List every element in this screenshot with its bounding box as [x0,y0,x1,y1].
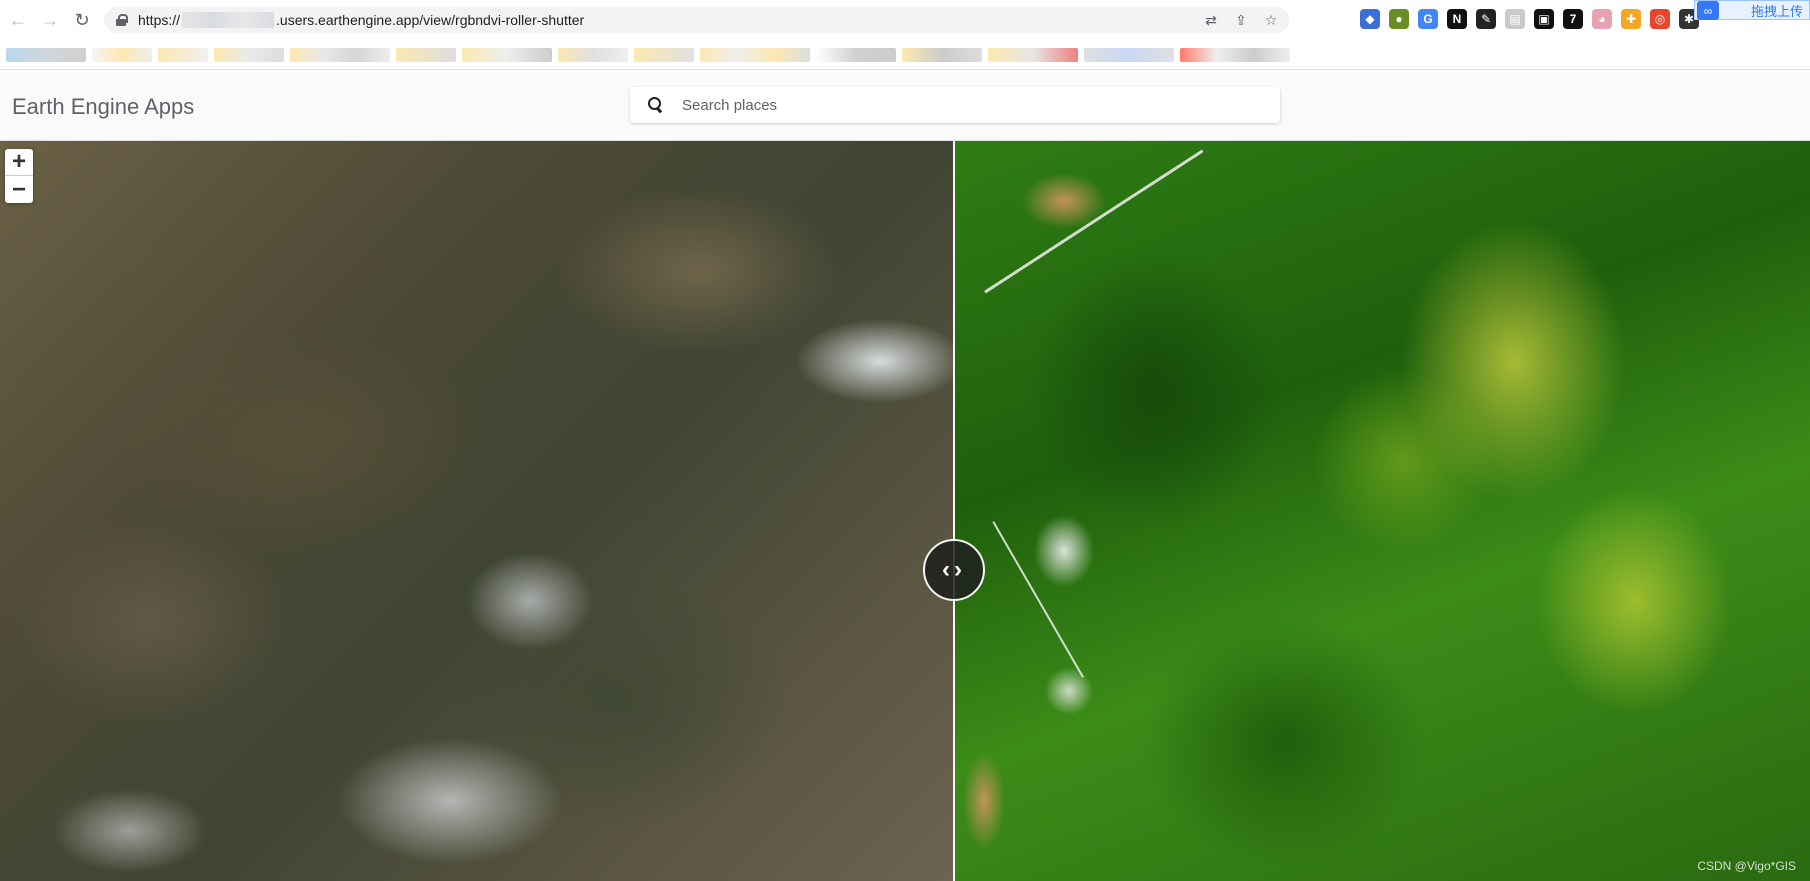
extensions-bar: ◆ ● G N ✎ ▤ ▣ 7 ◕ ✚ ◎ ✱ [1360,9,1699,29]
bookmark-item[interactable] [816,47,896,62]
river-feature [992,521,1084,678]
url-text: https:// .users.earthengine.app/view/rgb… [138,12,584,28]
extension-icon[interactable]: ◕ [1592,9,1612,29]
redacted-username [182,12,275,28]
extension-icon[interactable]: ◆ [1360,9,1380,29]
bookmark-item[interactable] [462,47,552,62]
extension-icon[interactable]: ◎ [1650,9,1670,29]
bookmark-item[interactable] [290,47,390,62]
extension-icon[interactable]: 7 [1563,9,1583,29]
url-scheme: https:// [138,12,181,28]
bookmark-item[interactable] [92,47,152,62]
address-bar[interactable]: https:// .users.earthengine.app/view/rgb… [104,7,1289,33]
search-box[interactable] [630,87,1280,123]
bookmark-item[interactable] [988,47,1078,62]
translate-icon[interactable]: ⇄ [1201,10,1221,30]
bookmark-item[interactable] [902,47,982,62]
reload-icon[interactable]: ↻ [68,6,96,34]
back-arrow-icon[interactable]: ← [4,6,32,34]
bookmarks-bar [0,40,1810,70]
swipe-divider[interactable] [953,141,955,881]
extension-icon[interactable]: ✚ [1621,9,1641,29]
chevron-left-right-icon: ‹› [942,556,966,583]
bookmark-item[interactable] [700,47,810,62]
zoom-in-button[interactable]: + [5,149,33,176]
notion-icon[interactable]: N [1447,9,1467,29]
swipe-handle[interactable]: ‹› [923,539,985,601]
bookmark-item[interactable] [158,47,208,62]
map-canvas[interactable]: ‹› + − CSDN @Vigo*GIS [0,141,1810,881]
search-icon [648,97,664,113]
upload-button[interactable]: ∞ 拖拽上传 [1694,0,1810,20]
app-title: Earth Engine Apps [12,94,195,119]
omnibox-actions: ⇄ ⇪ ☆ [1201,10,1281,30]
forward-arrow-icon[interactable]: → [36,6,64,34]
extension-icon[interactable]: ● [1389,9,1409,29]
rgb-satellite-pane[interactable] [0,141,954,881]
browser-toolbar: ← → ↻ https:// .users.earthengine.app/vi… [0,0,1810,40]
translate-extension-icon[interactable]: G [1418,9,1438,29]
river-feature [984,149,1204,294]
bookmark-item[interactable] [6,47,86,62]
zoom-out-button[interactable]: − [5,176,33,203]
share-icon[interactable]: ⇪ [1231,10,1251,30]
ndvi-pane[interactable] [954,141,1810,881]
app-header: Earth Engine Apps [0,70,1810,141]
bookmark-item[interactable] [558,47,628,62]
url-path: .users.earthengine.app/view/rgbndvi-roll… [276,12,585,28]
watermark: CSDN @Vigo*GIS [1697,859,1796,873]
search-input[interactable] [682,96,1242,114]
bookmark-item[interactable] [214,47,284,62]
extension-icon[interactable]: ✎ [1476,9,1496,29]
bookmark-item[interactable] [1180,47,1290,62]
zoom-control: + − [5,149,33,203]
bookmark-item[interactable] [1084,47,1174,62]
bookmark-item[interactable] [396,47,456,62]
extension-icon[interactable]: ▣ [1534,9,1554,29]
document-icon[interactable]: ▤ [1505,9,1525,29]
upload-label: 拖拽上传 [1750,3,1803,19]
star-icon[interactable]: ☆ [1261,10,1281,30]
lock-icon [116,14,128,26]
bookmark-item[interactable] [634,47,694,62]
cloud-icon: ∞ [1697,1,1719,20]
